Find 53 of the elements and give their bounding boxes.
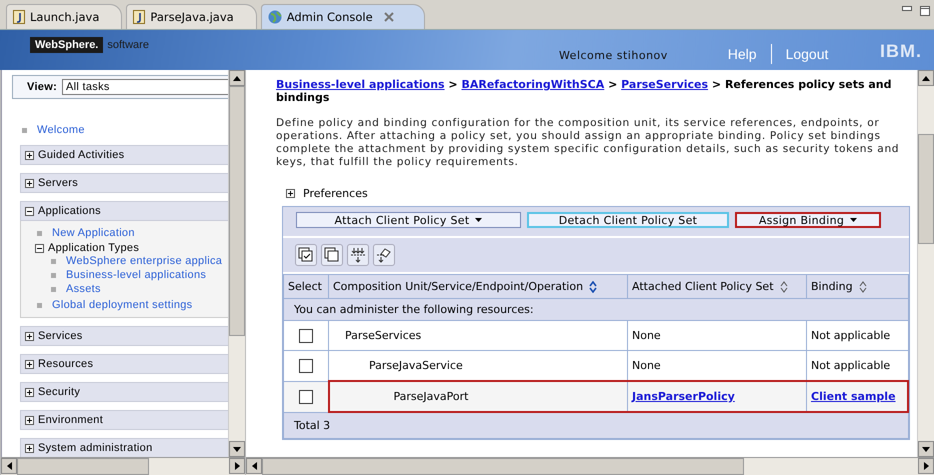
nav-section-label: Environment (38, 414, 104, 426)
breadcrumb-link[interactable]: ParseServices (621, 78, 708, 91)
nav-link[interactable]: Business-level applications (66, 269, 206, 281)
column-header[interactable]: Attached Client Policy Set (628, 274, 806, 298)
action-button[interactable]: Attach Client Policy Set (296, 212, 521, 228)
nav-link[interactable]: Global deployment settings (52, 299, 192, 311)
nav-group[interactable]: Application Types (48, 242, 140, 254)
action-button[interactable]: Assign Binding (735, 212, 881, 228)
view-field[interactable]: All tasks (62, 79, 228, 95)
nav-section[interactable]: Servers (20, 173, 228, 193)
editor-tab[interactable]: Launch.java (6, 4, 122, 29)
table-cell: ParseServices (345, 329, 422, 342)
editor-tab[interactable]: Admin Console (260, 4, 425, 29)
editor-tab[interactable]: ParseJava.java (126, 4, 257, 29)
product-logo: WebSphere. (30, 37, 104, 53)
nav-link[interactable]: WebSphere enterprise applica (66, 255, 222, 267)
table-cell: Not applicable (811, 329, 890, 342)
nav-link[interactable]: Welcome (37, 124, 85, 136)
table-cell: ParseJavaPort (394, 390, 468, 403)
column-header: Select (284, 274, 328, 298)
breadcrumb: Business-level applications > BARefactoringWithSCA > ParseServices > References policy sets and bindings (276, 78, 892, 104)
nav-section-label: Servers (38, 177, 78, 189)
nav-link[interactable]: Assets (66, 283, 101, 295)
view-label: View: (27, 81, 58, 93)
nav-section[interactable]: System administration (20, 438, 228, 457)
total-count: Total 3 (284, 412, 908, 438)
column-header[interactable]: Binding (806, 274, 908, 298)
nav-section[interactable]: Environment (20, 410, 228, 430)
nav-section-label: Services (38, 330, 83, 342)
description-text: Define policy and binding configuration for the composition unit, its service references, endpoints, or operations. After attaching a policy set, you should assign an appropriate binding. Policy set bindings complete the attachment by providing system specific configuration details, such as security tokens and keys, that fulfill the policy requirements. (276, 117, 900, 169)
action-button[interactable]: Detach Client Policy Set (527, 212, 729, 228)
table-cell: Not applicable (811, 359, 890, 372)
welcome-text: Welcome stihonov (558, 48, 668, 62)
breadcrumb-link[interactable]: BARefactoringWithSCA (461, 78, 604, 91)
product-logo-suffix: software (107, 39, 149, 51)
table-cell: None (632, 329, 661, 342)
nav-section[interactable]: Applications (20, 201, 228, 221)
nav-section-label: Applications (38, 205, 101, 217)
column-header[interactable]: Composition Unit/Service/Endpoint/Operation (328, 274, 628, 298)
nav-link[interactable]: New Application (52, 227, 135, 239)
nav-section[interactable]: Services (20, 326, 228, 346)
nav-section[interactable]: Security (20, 382, 228, 402)
nav-section[interactable]: Guided Activities (20, 145, 228, 165)
table-cell: None (632, 359, 661, 372)
preferences-toggle[interactable]: Preferences (303, 187, 368, 200)
nav-section-label: System administration (38, 442, 153, 454)
nav-section-label: Resources (38, 358, 94, 370)
table-cell: ParseJavaService (369, 359, 463, 372)
nav-section-label: Security (38, 386, 80, 398)
nav-section[interactable]: Resources (20, 354, 228, 374)
brand-logo: IBM. (880, 40, 922, 62)
breadcrumb-link[interactable]: Business-level applications (276, 78, 445, 91)
nav-section-label: Guided Activities (38, 149, 124, 161)
